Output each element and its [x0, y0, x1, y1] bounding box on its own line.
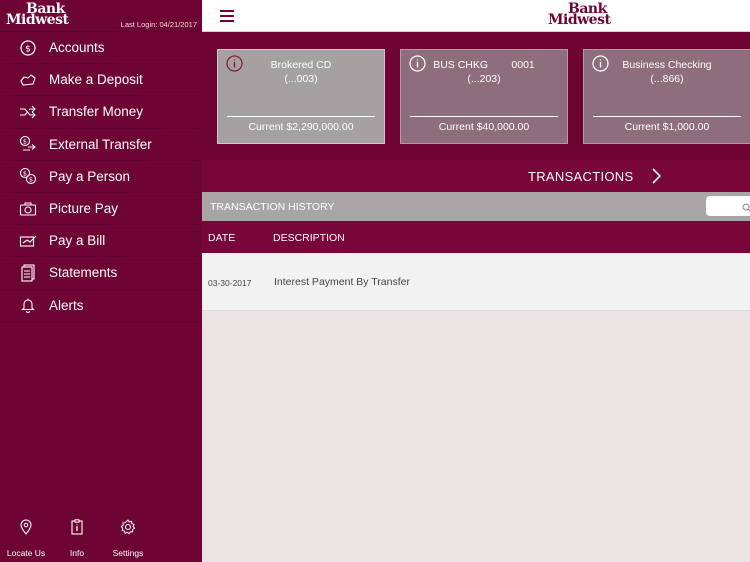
column-description: DESCRIPTION	[273, 232, 345, 244]
bank-logo: Bank Midwest	[548, 1, 611, 28]
sidebar-item-alerts[interactable]: Alerts	[0, 290, 202, 322]
transactions-title: TRANSACTIONS	[528, 169, 634, 184]
account-number: (...003)	[284, 73, 318, 85]
document-icon	[18, 263, 38, 283]
account-name: Business Checking	[622, 59, 712, 71]
account-balance: Current $40,000.00	[438, 121, 530, 133]
sidebar-item-statements[interactable]: Statements	[0, 257, 202, 290]
account-number: (...203)	[467, 73, 501, 85]
divider	[593, 116, 741, 117]
svg-text:$: $	[23, 170, 27, 178]
sidebar-item-label: Transfer Money	[49, 104, 144, 120]
top-bar: Bank Midwest	[202, 0, 750, 32]
sidebar-item-label: Pay a Person	[49, 168, 131, 184]
location-pin-icon	[20, 519, 32, 540]
sidebar-item-label: Alerts	[49, 297, 84, 313]
svg-text:$: $	[29, 176, 33, 184]
column-date: DATE	[208, 232, 236, 244]
transactions-button[interactable]: TRANSACTIONS	[202, 160, 750, 192]
account-card[interactable]: BUS CHKG 0001 (...203) Current $40,000.0…	[400, 49, 568, 144]
sidebar-footer: Locate Us Info Settings	[0, 512, 202, 562]
locate-us-label: Locate Us	[6, 548, 46, 558]
sidebar-item-label: Picture Pay	[49, 201, 119, 217]
sidebar-item-label: External Transfer	[49, 136, 152, 152]
sidebar-item-external-transfer[interactable]: $ External Transfer	[0, 129, 202, 161]
account-name: BUS CHKG 0001	[433, 59, 535, 71]
divider	[410, 116, 558, 117]
bell-icon	[18, 295, 38, 315]
search-icon	[742, 200, 750, 212]
transfer-icon	[18, 102, 38, 122]
account-card[interactable]: Brokered CD (...003) Current $2,290,000.…	[217, 49, 385, 144]
table-row[interactable]: 03-30-2017 Interest Payment By Transfer	[202, 253, 750, 311]
sidebar-header: Bank Midwest Last Login: 04/21/2017	[0, 0, 202, 32]
pay-person-icon: $ $	[18, 166, 38, 186]
chevron-right-icon	[651, 168, 662, 184]
sidebar-item-picture-pay[interactable]: Picture Pay	[0, 193, 202, 226]
divider	[227, 116, 375, 117]
bill-icon	[18, 231, 38, 251]
info-clipboard-icon	[71, 519, 83, 540]
locate-us-button[interactable]: Locate Us	[0, 512, 52, 562]
account-balance: Current $2,290,000.00	[248, 121, 354, 133]
sidebar: Bank Midwest Last Login: 04/21/2017 $ Ac…	[0, 0, 202, 562]
sidebar-item-pay-a-bill[interactable]: Pay a Bill	[0, 225, 202, 258]
account-name: Brokered CD	[270, 59, 332, 71]
account-balance: Current $1,000.00	[624, 121, 710, 133]
settings-button[interactable]: Settings	[102, 512, 154, 562]
sidebar-item-label: Statements	[49, 265, 118, 281]
account-number: (...866)	[650, 73, 684, 85]
transaction-date: 03-30-2017	[208, 278, 252, 288]
account-card[interactable]: Business Checking (...866) Current $1,00…	[583, 49, 750, 144]
transaction-history-label: TRANSACTION HISTORY	[210, 201, 335, 213]
bank-logo: Bank Midwest	[6, 1, 69, 28]
hamburger-menu-icon[interactable]	[220, 10, 234, 22]
transaction-history-header: TRANSACTION HISTORY	[202, 192, 750, 221]
sidebar-item-pay-a-person[interactable]: $ $ Pay a Person	[0, 161, 202, 193]
last-login: Last Login: 04/21/2017	[120, 20, 197, 29]
camera-icon	[18, 199, 38, 219]
info-label: Info	[69, 548, 85, 558]
sidebar-item-accounts[interactable]: $ Accounts	[0, 32, 202, 65]
gear-icon	[120, 519, 136, 540]
svg-text:$: $	[23, 138, 27, 146]
dollar-circle-icon: $	[18, 38, 38, 58]
sidebar-item-make-a-deposit[interactable]: Make a Deposit	[0, 64, 202, 97]
sidebar-item-transfer-money[interactable]: Transfer Money	[0, 96, 202, 129]
sidebar-item-label: Pay a Bill	[49, 233, 106, 249]
settings-label: Settings	[112, 548, 144, 558]
info-button[interactable]: Info	[52, 512, 102, 562]
account-cards: Brokered CD (...003) Current $2,290,000.…	[202, 32, 750, 160]
sidebar-item-label: Make a Deposit	[49, 72, 143, 88]
sidebar-item-label: Accounts	[49, 40, 105, 56]
transactions-column-header: DATE DESCRIPTION	[202, 221, 750, 253]
deposit-icon	[18, 70, 38, 90]
search-input[interactable]	[706, 196, 750, 216]
svg-text:$: $	[25, 44, 31, 54]
transaction-description: Interest Payment By Transfer	[274, 276, 410, 288]
external-transfer-icon: $	[18, 134, 38, 154]
